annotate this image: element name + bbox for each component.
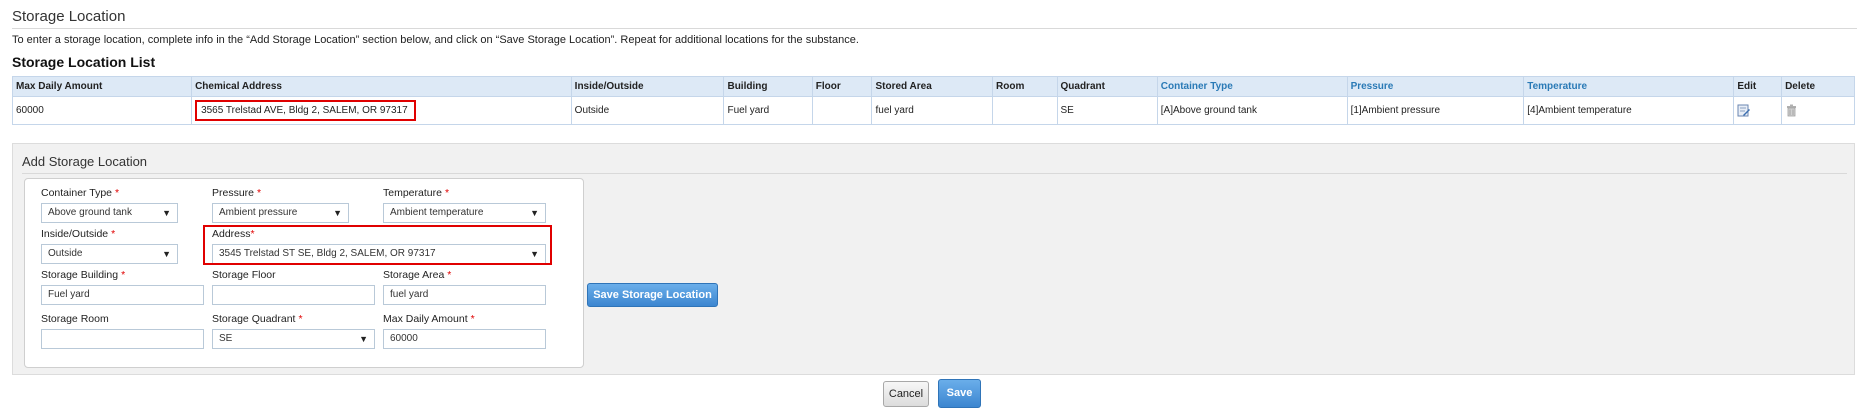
inside-outside-field: Inside/Outside * Outside ▼ [41, 227, 178, 264]
cell-stored-area: fuel yard [871, 96, 994, 125]
required-marker: * [447, 269, 452, 281]
column-header: Stored Area [871, 76, 994, 97]
temperature-label: Temperature [383, 187, 442, 199]
cell-pressure: [1]Ambient pressure [1346, 96, 1525, 125]
add-section-divider [22, 173, 1847, 174]
highlighted-address: 3565 Trelstad AVE, Bldg 2, SALEM, OR 973… [195, 100, 417, 121]
save-button[interactable]: Save [938, 379, 981, 408]
container-type-label: Container Type [41, 187, 113, 199]
sort-header-temperature[interactable]: Temperature [1523, 76, 1735, 97]
cell-room [992, 96, 1058, 125]
required-marker: * [444, 187, 450, 199]
storage-area-field: Storage Area * fuel yard [383, 268, 546, 305]
dropdown-arrow-icon: ▼ [162, 249, 171, 259]
title-divider [12, 28, 1857, 29]
storage-floor-label: Storage Floor [212, 269, 276, 281]
page-title: Storage Location [12, 8, 126, 25]
table-header-row: Max Daily Amount Chemical Address Inside… [11, 76, 1855, 97]
required-marker: * [111, 228, 116, 240]
save-storage-location-button[interactable]: Save Storage Location [587, 283, 718, 307]
cell-quadrant: SE [1056, 96, 1158, 125]
cell-delete [1781, 96, 1855, 125]
add-section-title: Add Storage Location [22, 154, 148, 169]
column-header: Max Daily Amount [11, 76, 193, 97]
column-header: Quadrant [1056, 76, 1158, 97]
required-marker: * [115, 187, 120, 199]
storage-room-label: Storage Room [41, 313, 109, 325]
required-marker: * [121, 269, 126, 281]
required-marker: * [470, 313, 475, 325]
required-marker: * [257, 187, 262, 199]
cell-container-type: [A]Above ground tank [1156, 96, 1348, 125]
storage-area-input[interactable]: fuel yard [383, 285, 546, 305]
pressure-label: Pressure [212, 187, 255, 199]
dropdown-arrow-icon: ▼ [359, 334, 368, 344]
storage-building-field: Storage Building * Fuel yard [41, 268, 204, 305]
required-marker: * [298, 313, 303, 325]
storage-floor-field: Storage Floor [212, 268, 375, 305]
column-header: Floor [811, 76, 873, 97]
storage-quadrant-field: Storage Quadrant * SE ▼ [212, 312, 375, 349]
cancel-button[interactable]: Cancel [883, 381, 929, 407]
cell-floor [811, 96, 873, 125]
dropdown-arrow-icon: ▼ [333, 208, 342, 218]
storage-building-input[interactable]: Fuel yard [41, 285, 204, 305]
trash-icon[interactable] [1785, 104, 1798, 117]
storage-area-label: Storage Area [383, 269, 445, 281]
table-row: 60000 3565 Trelstad AVE, Bldg 2, SALEM, … [11, 96, 1855, 125]
add-storage-location-panel: Add Storage Location Container Type * Abo… [12, 143, 1855, 375]
column-header: Inside/Outside [570, 76, 725, 97]
storage-quadrant-select[interactable]: SE ▼ [212, 329, 375, 349]
edit-icon[interactable] [1737, 104, 1751, 117]
storage-location-table: Max Daily Amount Chemical Address Inside… [11, 76, 1855, 125]
storage-quadrant-label: Storage Quadrant [212, 313, 296, 325]
container-type-select[interactable]: Above ground tank ▼ [41, 203, 178, 223]
pressure-field: Pressure * Ambient pressure ▼ [212, 186, 349, 223]
temperature-field: Temperature * Ambient temperature ▼ [383, 186, 546, 223]
max-daily-amount-field: Max Daily Amount * 60000 [383, 312, 546, 349]
column-header: Chemical Address [191, 76, 572, 97]
max-daily-amount-label: Max Daily Amount [383, 313, 468, 325]
max-daily-amount-input[interactable]: 60000 [383, 329, 546, 349]
cell-max-daily-amount: 60000 [11, 96, 193, 125]
add-location-form: Container Type * Above ground tank ▼ Press… [24, 178, 584, 368]
storage-room-input[interactable] [41, 329, 204, 349]
cell-chemical-address: 3565 Trelstad AVE, Bldg 2, SALEM, OR 973… [191, 96, 572, 125]
cell-edit [1733, 96, 1783, 125]
inside-outside-select[interactable]: Outside ▼ [41, 244, 178, 264]
column-header: Building [723, 76, 813, 97]
address-highlight [203, 225, 552, 265]
cell-inside-outside: Outside [570, 96, 725, 125]
pressure-select[interactable]: Ambient pressure ▼ [212, 203, 349, 223]
storage-room-field: Storage Room [41, 312, 204, 349]
inside-outside-label: Inside/Outside [41, 228, 109, 240]
cell-temperature: [4]Ambient temperature [1523, 96, 1735, 125]
container-type-field: Container Type * Above ground tank ▼ [41, 186, 178, 223]
list-title: Storage Location List [12, 54, 156, 70]
storage-building-label: Storage Building [41, 269, 119, 281]
cell-building: Fuel yard [723, 96, 813, 125]
temperature-select[interactable]: Ambient temperature ▼ [383, 203, 546, 223]
instructions-text: To enter a storage location, complete in… [12, 34, 859, 46]
sort-header-pressure[interactable]: Pressure [1346, 76, 1525, 97]
storage-floor-input[interactable] [212, 285, 375, 305]
column-header: Edit [1733, 76, 1783, 97]
column-header: Room [992, 76, 1058, 97]
sort-header-container-type[interactable]: Container Type [1156, 76, 1348, 97]
dropdown-arrow-icon: ▼ [530, 208, 539, 218]
dropdown-arrow-icon: ▼ [162, 208, 171, 218]
column-header: Delete [1781, 76, 1855, 97]
